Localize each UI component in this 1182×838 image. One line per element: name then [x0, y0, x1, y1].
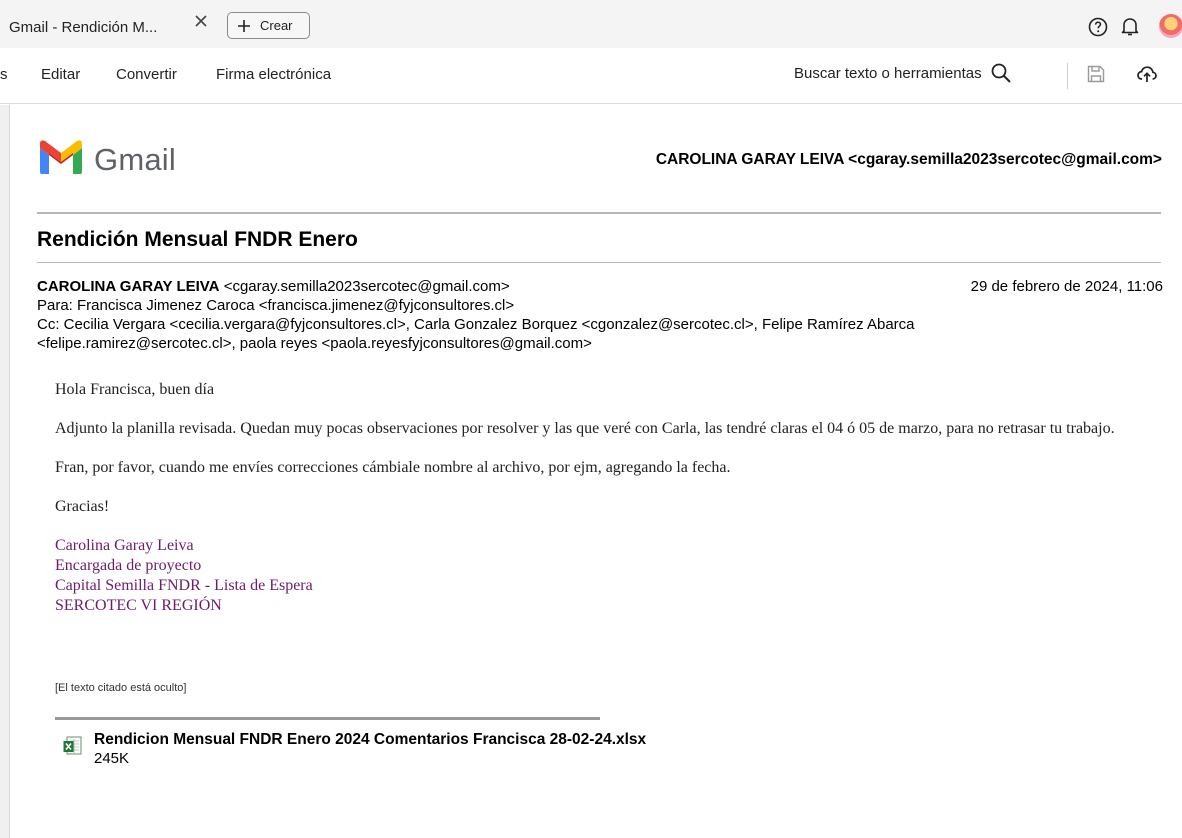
document-area[interactable]: Gmail CAROLINA GARAY LEIVA <cgaray.semil…	[0, 105, 1182, 838]
thanks: Gracias!	[55, 498, 110, 515]
attachment-size: 245K	[94, 750, 130, 767]
signature-line: Carolina Garay Leiva	[55, 537, 194, 554]
excel-file-icon[interactable]	[62, 735, 84, 757]
active-tab[interactable]: Gmail - Rendición M...	[0, 6, 220, 48]
search-icon	[991, 63, 1011, 83]
create-button[interactable]: Crear	[227, 12, 310, 39]
bell-icon[interactable]	[1118, 14, 1142, 38]
email-date: 29 de febrero de 2024, 11:06	[970, 278, 1163, 295]
plus-icon	[238, 19, 250, 32]
gmail-wordmark: Gmail	[94, 142, 176, 177]
close-icon[interactable]	[189, 9, 213, 33]
divider	[37, 262, 1161, 263]
from-name: CAROLINA GARAY LEIVA	[37, 278, 220, 295]
document-page: Gmail CAROLINA GARAY LEIVA <cgaray.semil…	[9, 105, 1182, 838]
tab-title: Gmail - Rendición M...	[9, 18, 158, 36]
cc-line: Cc: Cecilia Vergara <cecilia.vergara@fyj…	[37, 316, 915, 352]
header-sender: CAROLINA GARAY LEIVA <cgaray.semilla2023…	[655, 151, 1162, 168]
from-email: <cgaray.semilla2023sercotec@gmail.com>	[223, 278, 510, 295]
toolbar-item-firma[interactable]: Firma electrónica	[216, 66, 331, 83]
email-body: Hola Francisca, buen día Adjunto la plan…	[55, 380, 1125, 616]
toolbar: s Editar Convertir Firma electrónica Bus…	[0, 48, 1182, 104]
attachment-divider	[55, 717, 600, 720]
toolbar-divider	[1067, 63, 1068, 89]
gmail-logo-icon	[40, 140, 82, 174]
avatar[interactable]	[1159, 14, 1182, 38]
signature: Carolina Garay Leiva Encargada de proyec…	[55, 536, 1125, 616]
search-tools-label: Buscar texto o herramientas	[794, 64, 982, 82]
toolbar-item-editar[interactable]: Editar	[41, 66, 80, 83]
tab-bar: Gmail - Rendición M... Crear	[0, 0, 1182, 48]
save-icon[interactable]	[1085, 63, 1107, 85]
body-paragraph: Adjunto la planilla revisada. Quedan muy…	[55, 420, 1115, 437]
search-tools-button[interactable]: Buscar texto o herramientas	[794, 62, 1012, 84]
quoted-text-toggle[interactable]: [El texto citado está oculto]	[55, 682, 186, 694]
email-meta: CAROLINA GARAY LEIVA <cgaray.semilla2023…	[37, 277, 1163, 353]
body-paragraph: Fran, por favor, cuando me envíes correc…	[55, 459, 731, 476]
to-line: Para: Francisca Jimenez Caroca <francisc…	[37, 297, 515, 314]
attachment-name[interactable]: Rendicion Mensual FNDR Enero 2024 Coment…	[94, 731, 646, 749]
signature-line: Encargada de proyecto	[55, 557, 202, 574]
cloud-upload-icon[interactable]	[1135, 62, 1159, 86]
toolbar-item-partial[interactable]: s	[0, 66, 8, 83]
signature-line: SERCOTEC VI REGIÓN	[55, 597, 222, 614]
toolbar-item-convertir[interactable]: Convertir	[116, 66, 177, 83]
divider	[37, 212, 1161, 214]
greeting: Hola Francisca, buen día	[55, 381, 215, 398]
signature-line: Capital Semilla FNDR - Lista de Espera	[55, 577, 313, 594]
help-icon[interactable]	[1087, 16, 1109, 38]
create-button-label: Crear	[260, 18, 293, 33]
email-subject: Rendición Mensual FNDR Enero	[37, 228, 358, 251]
